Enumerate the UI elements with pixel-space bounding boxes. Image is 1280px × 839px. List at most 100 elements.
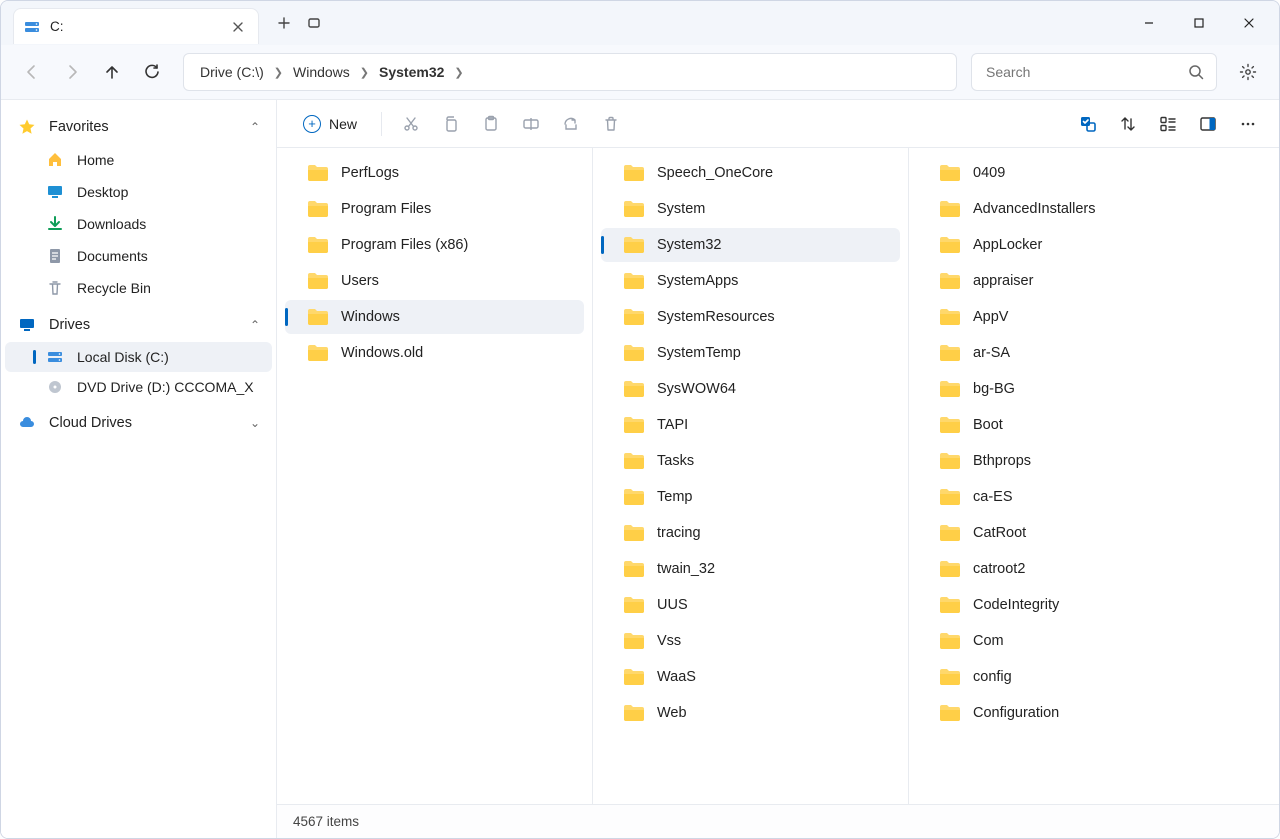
folder-row[interactable]: 0409 [917,156,1217,190]
hdd-icon [45,349,65,365]
sidebar-section-favorites[interactable]: Favorites ⌃ [5,110,272,144]
cut-button[interactable] [394,107,428,141]
copy-button[interactable] [434,107,468,141]
sidebar-section-label: Cloud Drives [49,415,132,431]
folder-row[interactable]: CodeIntegrity [917,588,1217,622]
settings-button[interactable] [1231,55,1265,89]
breadcrumb-segment-current[interactable]: System32 [375,60,448,84]
folder-row[interactable]: bg-BG [917,372,1217,406]
item-count: 4567 items [293,814,359,829]
folder-row[interactable]: twain_32 [601,552,900,586]
sidebar-item-documents[interactable]: Documents [5,240,272,272]
folder-row[interactable]: SystemTemp [601,336,900,370]
share-button[interactable] [554,107,588,141]
breadcrumb-segment[interactable]: Drive (C:\) [196,60,268,84]
folder-row[interactable]: WaaS [601,660,900,694]
folder-row[interactable]: Boot [917,408,1217,442]
folder-row[interactable]: Com [917,624,1217,658]
tab-close-button[interactable] [228,17,248,37]
folder-row[interactable]: SystemApps [601,264,900,298]
sidebar-section-drives[interactable]: Drives ⌃ [5,308,272,342]
window-close-button[interactable] [1227,8,1271,38]
folder-row[interactable]: SystemResources [601,300,900,334]
folder-row[interactable]: ar-SA [917,336,1217,370]
folder-row[interactable]: System [601,192,900,226]
up-button[interactable] [95,55,129,89]
folder-label: tracing [657,525,701,541]
refresh-button[interactable] [135,55,169,89]
folder-row[interactable]: Windows [285,300,584,334]
folder-icon [623,164,645,182]
folder-icon [623,308,645,326]
folder-icon [307,308,329,326]
delete-button[interactable] [594,107,628,141]
folder-label: Boot [973,417,1003,433]
folder-row[interactable]: Configuration [917,696,1217,730]
window-tab[interactable]: C: [13,8,259,44]
folder-row[interactable]: Program Files (x86) [285,228,584,262]
folder-row[interactable]: Speech_OneCore [601,156,900,190]
sidebar: Favorites ⌃ HomeDesktopDownloadsDocument… [1,100,277,838]
search-field[interactable] [971,53,1217,91]
sidebar-item-desktop[interactable]: Desktop [5,176,272,208]
paste-button[interactable] [474,107,508,141]
folder-label: CatRoot [973,525,1026,541]
folder-row[interactable]: tracing [601,516,900,550]
breadcrumb-segment[interactable]: Windows [289,60,354,84]
sidebar-item-drive[interactable]: Local Disk (C:) [5,342,272,372]
folder-row[interactable]: AppLocker [917,228,1217,262]
search-input[interactable] [984,63,1180,81]
folder-label: CodeIntegrity [973,597,1059,613]
more-button[interactable] [1231,107,1265,141]
folder-icon [623,488,645,506]
sidebar-item-label: Recycle Bin [77,280,151,296]
folder-row[interactable]: TAPI [601,408,900,442]
folder-row[interactable]: System32 [601,228,900,262]
sidebar-item-label: Local Disk (C:) [77,349,169,365]
folder-row[interactable]: Web [601,696,900,730]
forward-button[interactable] [55,55,89,89]
new-tab-button[interactable] [269,8,299,38]
sidebar-item-label: DVD Drive (D:) CCCOMA_X [77,379,254,395]
sidebar-item-drive[interactable]: DVD Drive (D:) CCCOMA_X [5,372,272,402]
folder-row[interactable]: Windows.old [285,336,584,370]
folder-row[interactable]: SysWOW64 [601,372,900,406]
folder-row[interactable]: PerfLogs [285,156,584,190]
folder-row[interactable]: UUS [601,588,900,622]
sidebar-item-home[interactable]: Home [5,144,272,176]
sidebar-item-downloads[interactable]: Downloads [5,208,272,240]
sidebar-section-label: Favorites [49,119,109,135]
sidebar-item-recycle[interactable]: Recycle Bin [5,272,272,304]
view-button[interactable] [1151,107,1185,141]
window-maximize-button[interactable] [1177,8,1221,38]
folder-row[interactable]: CatRoot [917,516,1217,550]
back-button[interactable] [15,55,49,89]
new-button[interactable]: + New [291,109,369,139]
folder-row[interactable]: config [917,660,1217,694]
folder-label: ar-SA [973,345,1010,361]
select-mode-button[interactable] [1071,107,1105,141]
folder-row[interactable]: appraiser [917,264,1217,298]
window-minimize-button[interactable] [1127,8,1171,38]
folder-row[interactable]: catroot2 [917,552,1217,586]
folder-icon [939,668,961,686]
folder-row[interactable]: Temp [601,480,900,514]
address-bar[interactable]: Drive (C:\) ❯ Windows ❯ System32 ❯ [183,53,957,91]
folder-row[interactable]: Tasks [601,444,900,478]
folder-row[interactable]: Bthprops [917,444,1217,478]
details-pane-button[interactable] [1191,107,1225,141]
folder-row[interactable]: AdvancedInstallers [917,192,1217,226]
column-1[interactable]: Speech_OneCoreSystemSystem32SystemAppsSy… [593,148,909,804]
column-0[interactable]: PerfLogsProgram FilesProgram Files (x86)… [277,148,593,804]
folder-row[interactable]: Program Files [285,192,584,226]
chevron-up-icon: ⌃ [250,318,260,332]
sort-button[interactable] [1111,107,1145,141]
folder-row[interactable]: Users [285,264,584,298]
rename-button[interactable] [514,107,548,141]
sidebar-section-cloud[interactable]: Cloud Drives ⌄ [5,406,272,440]
folder-row[interactable]: AppV [917,300,1217,334]
folder-row[interactable]: ca-ES [917,480,1217,514]
folder-row[interactable]: Vss [601,624,900,658]
column-2[interactable]: 0409AdvancedInstallersAppLockerappraiser… [909,148,1225,804]
tab-overview-button[interactable] [299,8,329,38]
